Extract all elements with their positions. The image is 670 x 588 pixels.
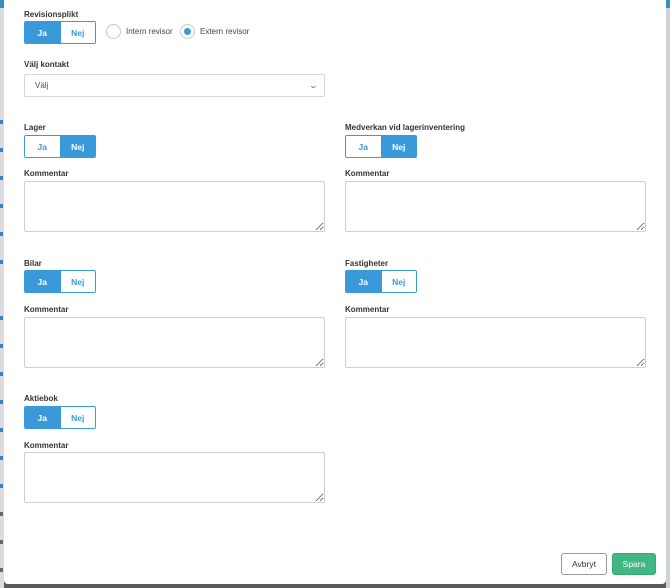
lager-comment-input[interactable] [24,181,325,232]
background-nav-marker [0,316,3,320]
fastigheter-comment-label: Kommentar [345,305,390,314]
bilar-label: Bilar [24,259,42,268]
bilar-toggle: Ja Nej [24,270,96,293]
background-nav-marker [0,428,3,432]
aktiebok-toggle: Ja Nej [24,406,96,429]
lager-no-button[interactable]: Nej [59,136,95,157]
background-nav-marker [0,260,3,264]
lager-comment-label: Kommentar [24,169,69,178]
aktiebok-comment-input[interactable] [24,452,325,503]
background-nav-marker [0,204,3,208]
inventering-label: Medverkan vid lagerinventering [345,123,466,132]
background-nav-marker [0,148,3,152]
aktiebok-label: Aktiebok [24,394,58,403]
fastigheter-yes-button[interactable]: Ja [346,271,381,292]
aktiebok-yes-button[interactable]: Ja [25,407,60,428]
inventering-no-button[interactable]: Nej [380,136,416,157]
bilar-comment-input[interactable] [24,317,325,368]
cancel-button[interactable]: Avbryt [561,553,607,575]
inventering-comment-input[interactable] [345,181,646,232]
aktiebok-comment-label: Kommentar [24,441,69,450]
background-header-accent [666,0,670,8]
inventering-comment-label: Kommentar [345,169,390,178]
background-nav-marker [0,540,3,544]
radio-extern-revisor[interactable]: Extern revisor [180,24,249,39]
inventering-yes-button[interactable]: Ja [346,136,381,157]
radio-label: Intern revisor [126,27,173,36]
lager-label: Lager [24,123,46,132]
background-nav-marker [0,400,3,404]
revisionsplikt-no-button[interactable]: Nej [59,22,95,43]
radio-intern-revisor[interactable]: Intern revisor [106,24,173,39]
lager-toggle: Ja Nej [24,135,96,158]
radio-label: Extern revisor [200,27,250,36]
fastigheter-comment-input[interactable] [345,317,646,368]
inventering-toggle: Ja Nej [345,135,417,158]
bilar-no-button[interactable]: Nej [59,271,95,292]
fastigheter-toggle: Ja Nej [345,270,417,293]
background-nav-marker [0,344,3,348]
background-right-edge [666,0,670,588]
contact-select-value: Välj [35,81,49,90]
contact-select[interactable]: Välj ⌄ [24,74,325,97]
radio-circle [106,24,121,39]
bilar-yes-button[interactable]: Ja [25,271,60,292]
background-nav-marker [0,176,3,180]
contact-label: Välj kontakt [24,60,69,69]
revisionsplikt-yes-button[interactable]: Ja [25,22,60,43]
lager-yes-button[interactable]: Ja [25,136,60,157]
aktiebok-no-button[interactable]: Nej [59,407,95,428]
background-nav-marker [0,512,3,516]
background-nav-marker [0,232,3,236]
background-nav-marker [0,568,3,572]
chevron-down-icon: ⌄ [308,81,319,90]
fastigheter-no-button[interactable]: Nej [380,271,416,292]
background-nav-marker [0,120,3,124]
background-nav-marker [0,372,3,376]
save-button[interactable]: Spara [612,553,656,575]
revisionsplikt-label: Revisionsplikt [24,10,79,19]
bilar-comment-label: Kommentar [24,305,69,314]
fastigheter-label: Fastigheter [345,259,389,268]
background-nav-marker [0,484,3,488]
background-nav-marker [0,456,3,460]
revisionsplikt-toggle: Ja Nej [24,21,96,44]
revision-modal: Revisionsplikt Ja Nej Intern revisor Ext… [4,0,666,584]
radio-circle-checked [180,24,195,39]
